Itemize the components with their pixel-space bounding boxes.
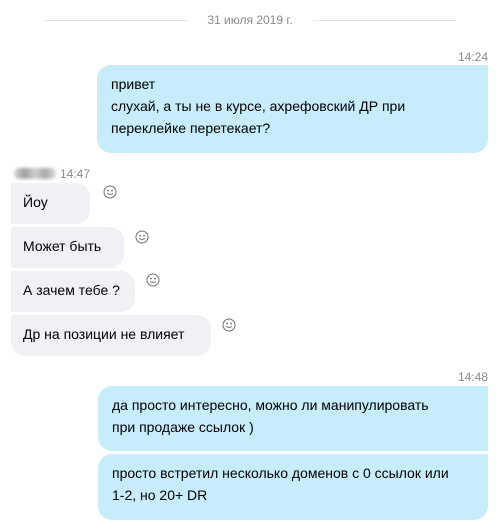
incoming-message-bubble[interactable]: Может быть — [11, 227, 124, 268]
sender-name-blurred — [14, 168, 56, 179]
message-line: при продаже ссылок ) — [112, 419, 254, 435]
message-timestamp: 14:47 — [60, 167, 91, 181]
message-line: 1-2, но 20+ DR — [112, 487, 208, 503]
date-separator: 31 июля 2019 г. — [0, 11, 500, 31]
smiley-face-icon[interactable] — [222, 318, 236, 332]
separator-line-left — [44, 20, 187, 21]
smiley-face-icon[interactable] — [103, 185, 117, 199]
outgoing-message-bubble[interactable]: привет слухай, а ты не в курсе, ахрефовс… — [97, 65, 488, 153]
incoming-message-bubble[interactable]: А зачем тебе ? — [11, 271, 135, 312]
separator-line-right — [313, 20, 456, 21]
message-line: да просто интересно, можно ли манипулиро… — [112, 397, 429, 413]
message-line: просто встретил несколько доменов с 0 сс… — [112, 465, 449, 481]
chat-conversation: 31 июля 2019 г. 14:24 привет слухай, а т… — [0, 0, 500, 523]
outgoing-message-bubble[interactable]: да просто интересно, можно ли манипулиро… — [98, 386, 488, 451]
outgoing-message-bubble[interactable]: просто встретил несколько доменов с 0 сс… — [98, 454, 488, 520]
message-line: переклейке перетекает? — [111, 120, 271, 136]
date-label: 31 июля 2019 г. — [207, 13, 293, 27]
message-text: Может быть — [23, 238, 102, 254]
message-text: А зачем тебе ? — [23, 282, 120, 298]
smiley-face-icon[interactable] — [135, 230, 149, 244]
message-text: Йоу — [23, 194, 48, 210]
message-timestamp: 14:48 — [458, 370, 489, 384]
message-text: Др на позиции не влияет — [23, 326, 185, 342]
message-line: слухай, а ты не в курсе, ахрефовский ДР … — [111, 98, 406, 114]
incoming-message-bubble[interactable]: Йоу — [11, 183, 90, 224]
message-line: привет — [111, 76, 156, 92]
smiley-face-icon[interactable] — [146, 273, 160, 287]
message-timestamp: 14:24 — [458, 50, 489, 64]
incoming-message-bubble[interactable]: Др на позиции не влияет — [11, 315, 211, 356]
